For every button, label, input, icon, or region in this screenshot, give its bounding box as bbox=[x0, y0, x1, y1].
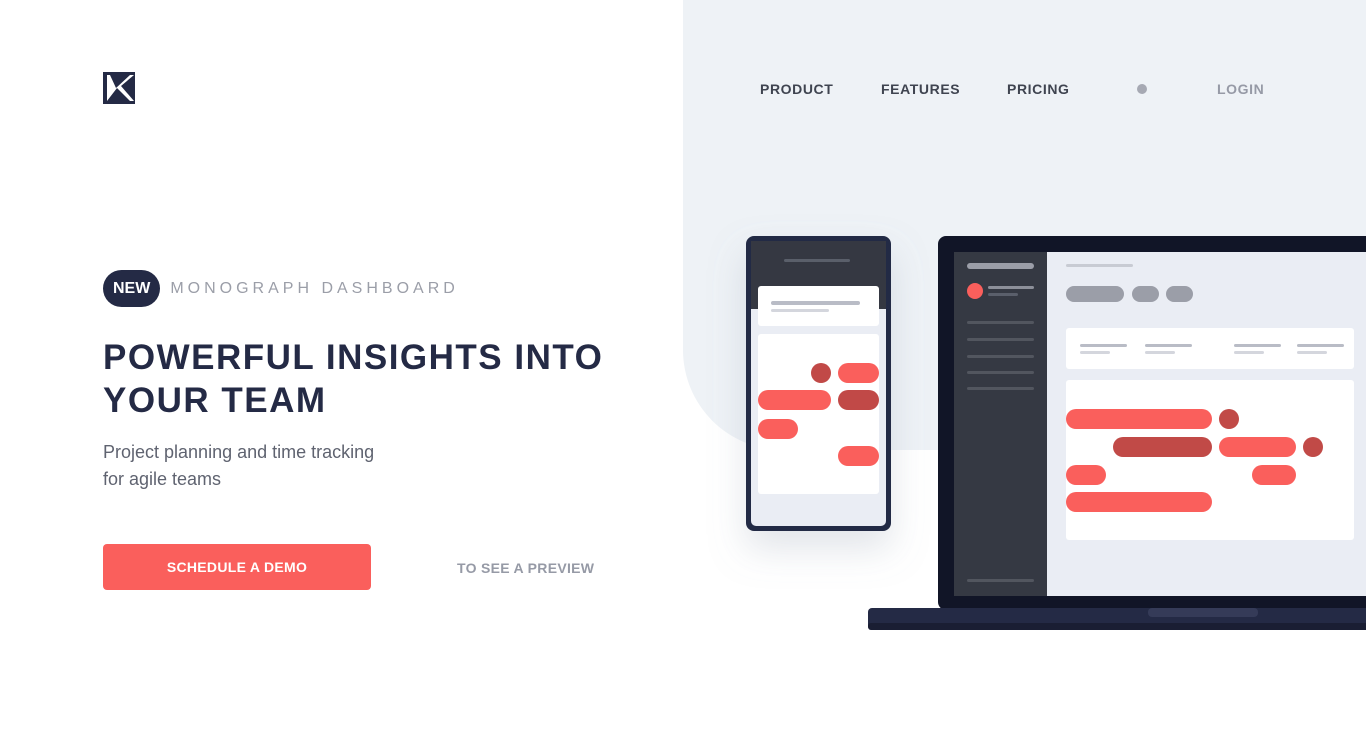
hero-title: POWERFUL INSIGHTS INTO YOUR TEAM bbox=[103, 336, 663, 422]
laptop-mockup bbox=[868, 236, 1366, 630]
hero-title-line-2: YOUR TEAM bbox=[103, 381, 327, 420]
hero-subtitle-line-2: for agile teams bbox=[103, 469, 222, 489]
nav-item-pricing[interactable]: PRICING bbox=[1007, 82, 1070, 96]
hero-title-line-1: POWERFUL INSIGHTS INTO bbox=[103, 338, 604, 377]
new-badge: NEW bbox=[103, 270, 161, 307]
schedule-demo-button[interactable]: SCHEDULE A DEMO bbox=[103, 544, 371, 590]
nav-item-features[interactable]: FEATURES bbox=[881, 82, 960, 96]
main-nav: PRODUCT FEATURES PRICING LOGIN bbox=[0, 82, 1366, 98]
nav-divider-dot bbox=[1137, 84, 1147, 94]
preview-link[interactable]: TO SEE A PREVIEW bbox=[457, 560, 594, 576]
nav-login-link[interactable]: LOGIN bbox=[1217, 82, 1264, 96]
devices-illustration bbox=[746, 236, 1366, 630]
hero-subtitle-line-1: Project planning and time tracking bbox=[103, 442, 375, 462]
hero-tag-row: NEW MONOGRAPH DASHBOARD bbox=[103, 270, 459, 307]
hero-tagline: MONOGRAPH DASHBOARD bbox=[170, 279, 459, 297]
nav-item-product[interactable]: PRODUCT bbox=[760, 82, 833, 96]
landing-page: PRODUCT FEATURES PRICING LOGIN NEW MONOG… bbox=[0, 0, 1366, 734]
hero-subtitle: Project planning and time tracking for a… bbox=[103, 439, 403, 493]
phone-mockup bbox=[746, 236, 891, 531]
